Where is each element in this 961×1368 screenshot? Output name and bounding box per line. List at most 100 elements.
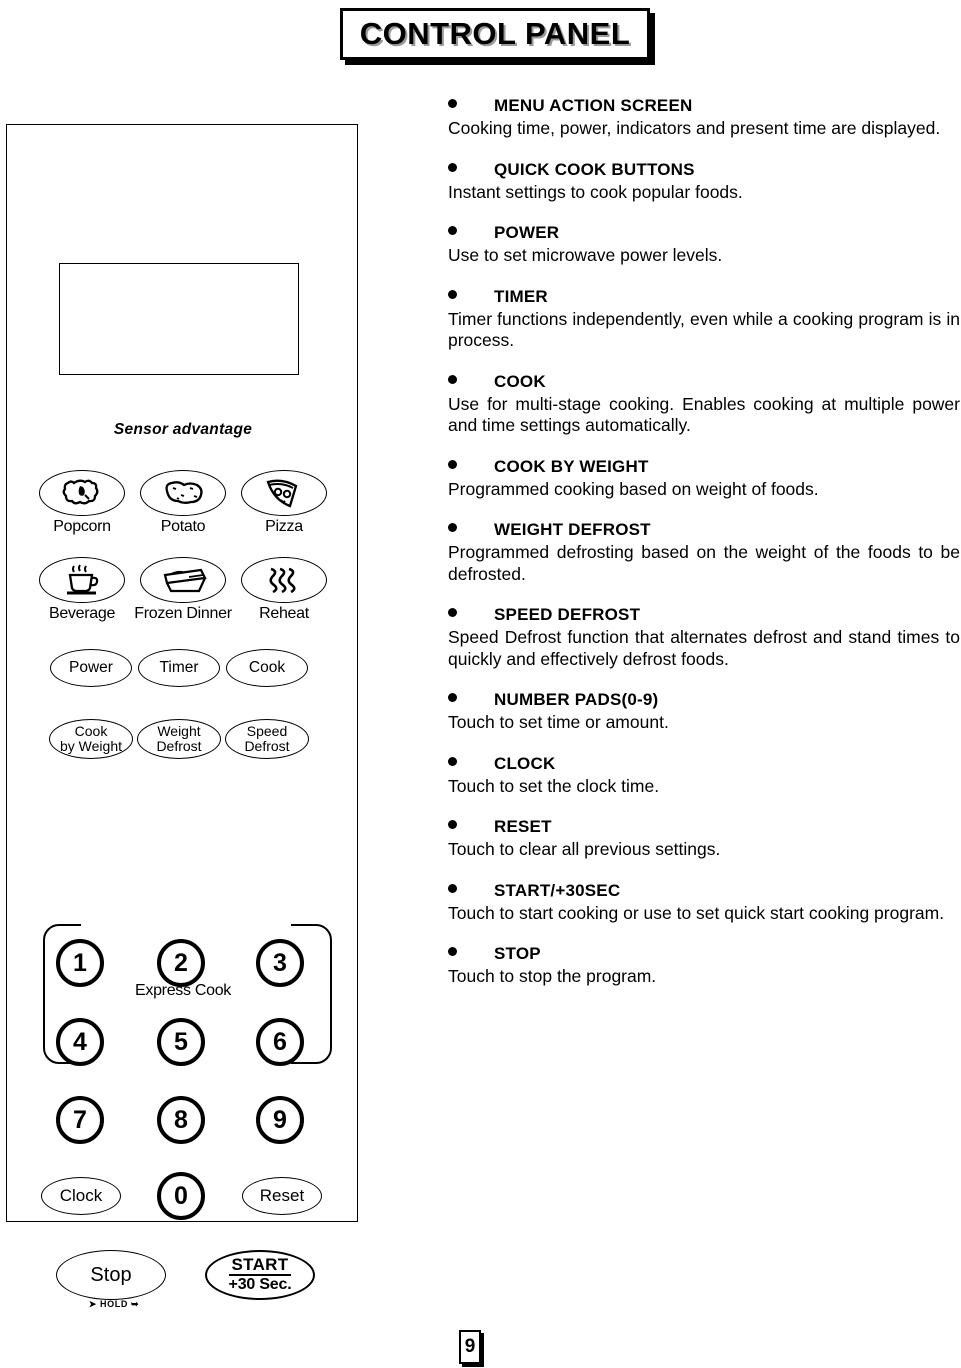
sensor-button-pizza[interactable] [241,470,327,516]
numpad-6[interactable]: 6 [256,1018,304,1066]
description-heading-row: STOP [448,944,960,964]
button-clock[interactable]: Clock [41,1177,121,1215]
description-heading: QUICK COOK BUTTONS [494,159,695,179]
description-item: TIMER Timer functions independently, eve… [448,287,960,352]
description-item: COOK BY WEIGHT Programmed cooking based … [448,457,960,501]
description-body: Programmed cooking based on weight of fo… [448,478,819,499]
numpad-9[interactable]: 9 [256,1096,304,1144]
hold-label-text: HOLD [100,1299,128,1309]
bullet-icon [448,374,457,384]
description-heading: NUMBER PADS(0-9) [494,690,659,710]
description-body: Timer functions independently, even whil… [448,308,960,351]
numpad-0[interactable]: 0 [157,1172,205,1220]
description-heading: RESET [494,817,552,837]
bullet-icon [448,756,457,766]
beverage-cup-icon [67,564,99,595]
sensor-button-popcorn[interactable] [39,470,125,516]
description-heading-row: POWER [448,223,960,243]
description-heading-row: QUICK COOK BUTTONS [448,160,960,180]
description-body: Use for multi-stage cooking. Enables coo… [448,393,960,436]
description-heading: POWER [494,223,560,243]
description-body: Speed Defrost function that alternates d… [448,627,960,669]
sensor-advantage-heading: Sensor advantage [113,421,253,438]
description-body: Touch to start cooking or use to set qui… [448,902,945,923]
description-item: START/+30SEC Touch to start cooking or u… [448,881,960,925]
button-reset[interactable]: Reset [242,1177,322,1215]
menu-action-screen [59,263,299,375]
numpad-3[interactable]: 3 [256,939,304,987]
description-heading: STOP [494,944,541,964]
description-item: COOK Use for multi-stage cooking. Enable… [448,372,960,437]
numpad-5[interactable]: 5 [157,1018,205,1066]
description-item: QUICK COOK BUTTONS Instant settings to c… [448,160,960,204]
button-speed-defrost[interactable]: Speed Defrost [225,719,309,759]
description-heading: COOK [494,371,546,391]
title-box: CONTROL PANEL [340,8,650,60]
numpad-4[interactable]: 4 [56,1018,104,1066]
button-speed-defrost-line2: Defrost [244,738,290,754]
description-item: RESET Touch to clear all previous settin… [448,817,960,861]
description-body: Touch to set the clock time. [448,775,660,796]
description-heading: CLOCK [494,753,556,773]
button-stop[interactable]: Stop [56,1250,166,1300]
numpad-8[interactable]: 8 [157,1096,205,1144]
button-timer[interactable]: Timer [138,649,220,687]
button-start-label: START [228,1256,292,1277]
numpad-7[interactable]: 7 [56,1096,104,1144]
description-item: WEIGHT DEFROST Programmed defrosting bas… [448,520,960,585]
button-cook-by-weight-line1: Cook [74,723,108,740]
bullet-icon [448,99,457,108]
description-body: Touch to stop the program. [448,966,657,987]
button-weight-defrost[interactable]: Weight Defrost [137,719,221,759]
description-heading-row: START/+30SEC [448,881,960,901]
description-body: Use to set microwave power levels. [448,245,723,266]
bullet-icon [448,226,457,236]
sensor-button-beverage[interactable] [39,557,125,603]
sensor-button-reheat[interactable] [241,557,327,603]
page-number-block: 9 [459,1330,484,1367]
description-heading-row: MENU ACTION SCREEN [448,96,960,116]
control-panel-diagram: Sensor advantage Popcorn Potato Pizza Be… [6,124,358,1309]
button-cook-by-weight[interactable]: Cook by Weight [49,719,133,759]
sensor-button-frozen-dinner[interactable] [140,557,226,603]
button-cook-by-weight-line2: by Weight [60,738,122,754]
sensor-label-pizza: Pizza [265,518,303,535]
bracket-mask-top [81,920,291,932]
description-heading-row: TIMER [448,287,960,307]
description-heading: TIMER [494,286,548,306]
bullet-icon [448,162,457,172]
description-heading: SPEED DEFROST [494,605,641,625]
numpad-2[interactable]: 2 [157,939,205,987]
description-heading: WEIGHT DEFROST [494,520,651,540]
potato-icon [165,481,203,504]
sensor-label-reheat: Reheat [259,605,309,622]
description-item: NUMBER PADS(0-9) Touch to set time or am… [448,690,960,734]
description-body: Instant settings to cook popular foods. [448,181,743,202]
bullet-icon [448,289,457,299]
numpad-1[interactable]: 1 [56,939,104,987]
button-start-30sec[interactable]: START +30 Sec. [205,1250,315,1300]
description-item: POWER Use to set microwave power levels. [448,223,960,267]
frozen-dinner-tray-icon [163,568,207,593]
sensor-button-potato[interactable] [140,470,226,516]
description-body: Programmed defrosting based on the weigh… [448,542,960,584]
description-body: Cooking time, power, indicators and pres… [448,118,941,138]
bullet-icon [448,693,457,703]
page-title-block: CONTROL PANEL [340,8,655,65]
pizza-icon [266,479,298,508]
button-cook[interactable]: Cook [226,649,308,687]
button-power[interactable]: Power [50,649,132,687]
descriptions-column: MENU ACTION SCREEN Cooking time, power, … [448,96,960,1008]
description-item: STOP Touch to stop the program. [448,944,960,988]
page-number: 9 [459,1330,481,1364]
description-item: MENU ACTION SCREEN Cooking time, power, … [448,96,960,140]
popcorn-icon [62,479,99,505]
button-speed-defrost-line1: Speed [246,723,288,740]
description-heading: START/+30SEC [494,880,621,900]
description-body: Touch to set time or amount. [448,712,669,733]
bullet-icon [448,820,457,830]
bullet-icon [448,459,457,469]
bullet-icon [448,608,457,618]
button-plus30sec-label: +30 Sec. [228,1276,292,1294]
button-weight-defrost-line2: Defrost [156,738,202,754]
